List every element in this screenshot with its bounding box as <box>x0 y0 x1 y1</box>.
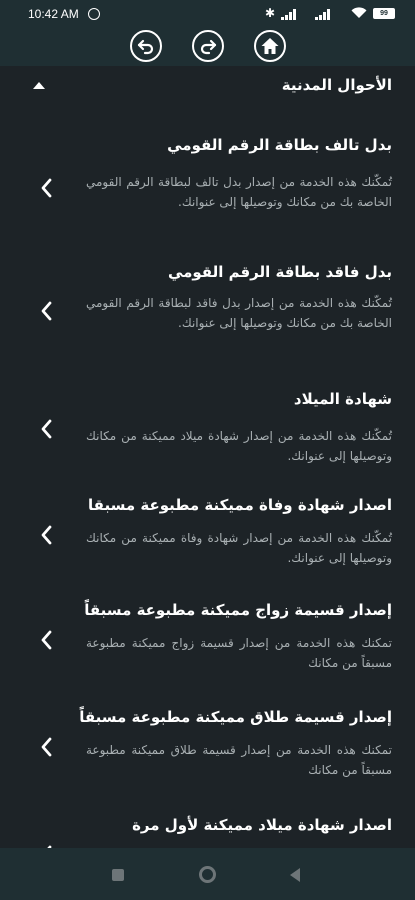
service-title: اصدار شهادة ميلاد مميكنة لأول مرة <box>132 816 392 834</box>
service-title: اصدار شهادة وفاة مميكنة مطبوعة مسبقا <box>88 496 392 514</box>
service-description: تُمكّنك هذه الخدمة من إصدار بدل تالف لبط… <box>86 175 392 209</box>
signal-icon <box>281 9 299 20</box>
section-title: الأحوال المدنية <box>281 76 392 94</box>
home-button[interactable] <box>254 30 286 62</box>
home-circle-icon[interactable] <box>199 866 216 883</box>
system-navigation-bar <box>0 848 415 900</box>
chevron-left-icon[interactable] <box>38 418 54 440</box>
service-title: بدل تالف بطاقة الرقم القومي <box>167 136 392 154</box>
chevron-left-icon[interactable] <box>38 177 54 199</box>
alarm-icon <box>88 8 100 20</box>
back-triangle-icon[interactable] <box>290 868 300 882</box>
service-description: تُمكّنك هذه الخدمة من إصدار شهادة ميلاد … <box>86 429 392 463</box>
service-title: شهادة الميلاد <box>293 390 392 408</box>
forward-button[interactable] <box>192 30 224 62</box>
service-description: تُمكّنك هذه الخدمة من إصدار بدل فاقد لبط… <box>86 296 392 330</box>
nav-toolbar <box>0 26 415 66</box>
chevron-left-icon[interactable] <box>38 524 54 546</box>
services-list: الأحوال المدنية بدل تالف بطاقة الرقم الق… <box>0 66 415 848</box>
service-description: تمكنك هذه الخدمة من إصدار قسيمة طلاق ممي… <box>86 743 392 777</box>
bluetooth-icon: ✱ <box>265 6 276 20</box>
chevron-left-icon[interactable] <box>38 629 54 651</box>
status-bar: 10:42 AM ✱ 99 <box>0 0 415 26</box>
service-title: إصدار قسيمة زواج مميكنة مطبوعة مسبقاً <box>84 601 392 619</box>
recents-icon[interactable] <box>112 869 124 881</box>
back-button[interactable] <box>130 30 162 62</box>
status-time: 10:42 AM <box>28 7 79 21</box>
service-description: تُمكّنك هذه الخدمة من إصدار شهادة وفاة م… <box>86 531 392 565</box>
service-title: إصدار قسيمة طلاق مميكنة مطبوعة مسبقاً <box>79 708 392 726</box>
service-title: بدل فاقد بطاقة الرقم القومي <box>167 263 392 281</box>
collapse-arrow-icon[interactable] <box>33 82 45 89</box>
service-description: تمكنك هذه الخدمة من إصدار قسيمة زواج ممي… <box>86 636 392 670</box>
back-icon <box>137 39 154 55</box>
forward-icon <box>200 39 217 55</box>
wifi-icon <box>351 7 367 19</box>
signal-icon <box>315 9 333 20</box>
home-icon <box>261 38 279 54</box>
chevron-left-icon[interactable] <box>38 736 54 758</box>
chevron-left-icon[interactable] <box>38 300 54 322</box>
section-header[interactable]: الأحوال المدنية <box>0 76 415 102</box>
battery-icon: 99 <box>373 8 395 19</box>
status-icons: ✱ 99 <box>265 6 395 21</box>
